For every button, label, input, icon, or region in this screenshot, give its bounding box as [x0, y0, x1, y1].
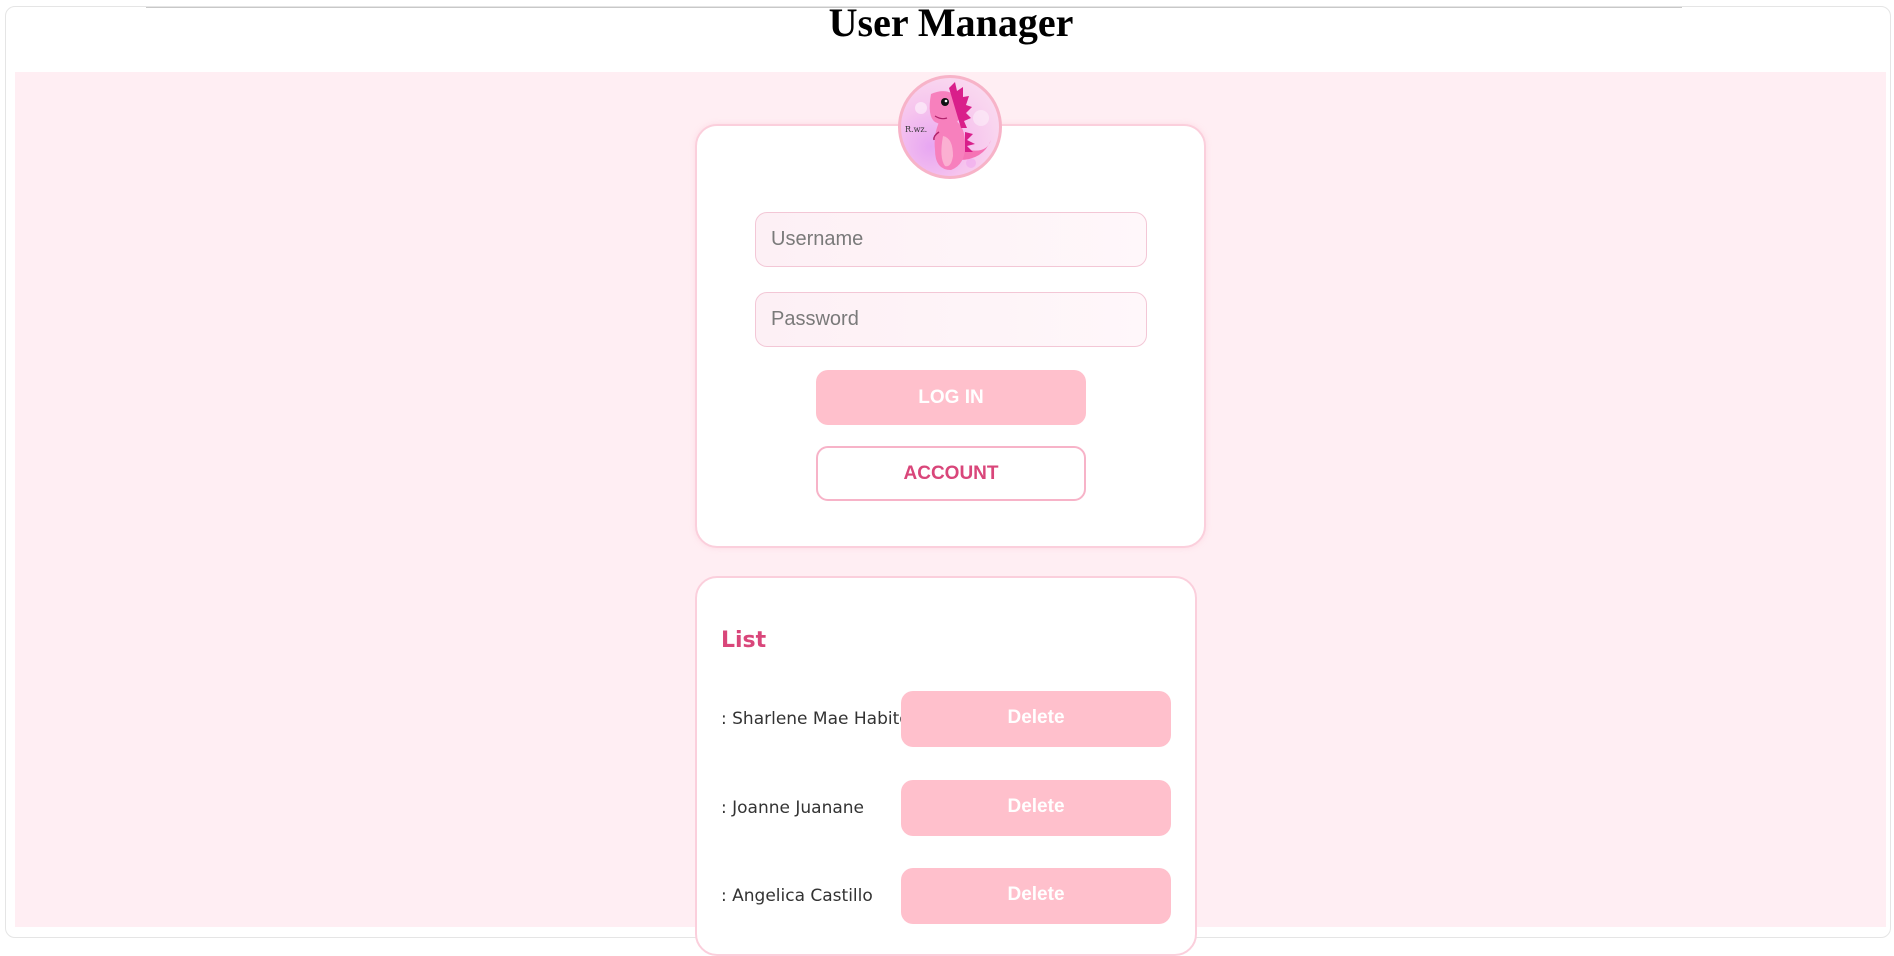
list-item: : Joanne Juanane Delete — [721, 780, 1171, 836]
user-name: : Sharlene Mae Habito — [721, 709, 910, 729]
avatar-signature: R.wz. — [905, 125, 927, 134]
username-input[interactable] — [755, 212, 1147, 267]
dinosaur-illustration: R.wz. — [905, 82, 991, 170]
delete-button[interactable]: Delete — [901, 868, 1171, 924]
account-button[interactable]: ACCOUNT — [816, 446, 1086, 501]
page-title: User Manager — [828, 0, 1074, 45]
password-input[interactable] — [755, 292, 1147, 347]
login-button[interactable]: LOG IN — [816, 370, 1086, 425]
list-item: : Angelica Castillo Delete — [721, 868, 1171, 924]
delete-button[interactable]: Delete — [901, 780, 1171, 836]
user-name: : Angelica Castillo — [721, 886, 873, 906]
user-name: : Joanne Juanane — [721, 798, 865, 818]
list-item: : Sharlene Mae Habito Delete — [721, 691, 1171, 747]
pink-dinosaur-avatar-icon: R.wz. — [898, 75, 1002, 179]
delete-button[interactable]: Delete — [901, 691, 1171, 747]
list-heading: List — [721, 628, 767, 653]
